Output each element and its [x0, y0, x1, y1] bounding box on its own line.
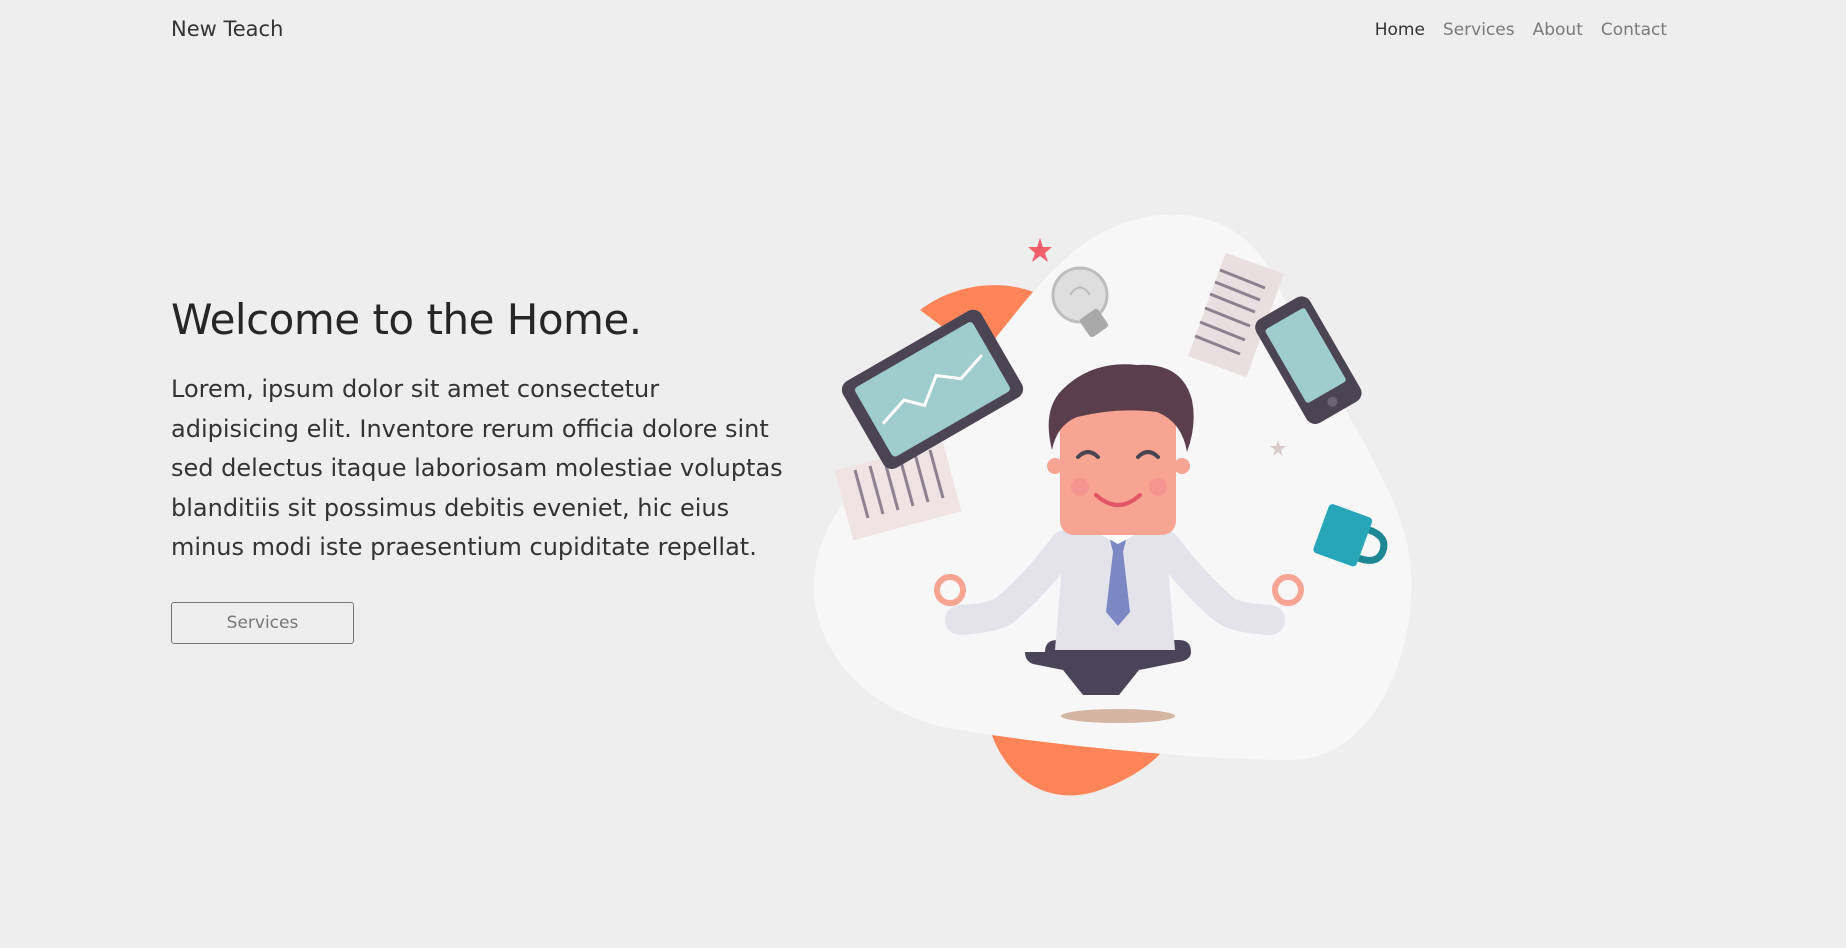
nav-contact-link[interactable]: Contact [1601, 20, 1667, 40]
nav-services-link[interactable]: Services [1443, 20, 1515, 40]
brand-logo[interactable]: New Teach [171, 17, 283, 41]
nav-home-link[interactable]: Home [1375, 20, 1425, 40]
hero-section: Welcome to the Home. Lorem, ipsum dolor … [171, 295, 791, 644]
services-button[interactable]: Services [171, 601, 354, 644]
star-icon [1028, 238, 1052, 262]
nav-links: Home Services About Contact [1375, 20, 1667, 40]
hero-illustration [813, 214, 1412, 796]
navbar: New Teach Home Services About Contact [0, 0, 1846, 64]
hero-title: Welcome to the Home. [171, 295, 642, 344]
nav-about-link[interactable]: About [1533, 20, 1583, 40]
hero-description: Lorem, ipsum dolor sit amet consectetur … [171, 375, 783, 561]
